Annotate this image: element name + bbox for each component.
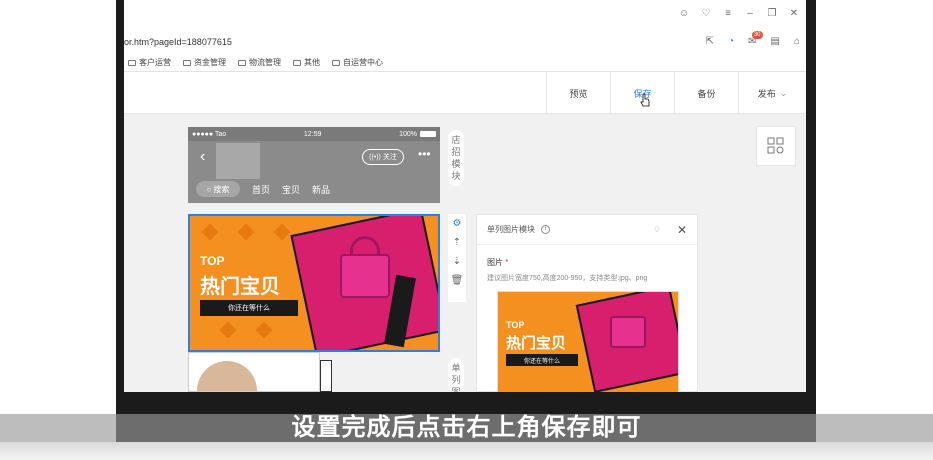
mail-badge: 30: [751, 31, 763, 39]
image-label-text: 图片: [487, 258, 503, 267]
mail-icon[interactable]: ✉ 30: [748, 31, 763, 47]
folder-icon: [238, 59, 246, 66]
thumb-top-text: TOP: [506, 320, 525, 330]
publish-label: 发布: [757, 88, 776, 99]
bookmark-label: 客户运营: [139, 58, 171, 67]
thumb-handbag: [610, 316, 646, 348]
bookmark-label: 资金管理: [194, 58, 226, 67]
url-text[interactable]: or.htm?pageId=188077615: [124, 37, 232, 47]
second-image-module[interactable]: [188, 352, 320, 392]
bookmarks-bar: 客户运营 资金管理 物流管理 其他 自运营中心: [124, 54, 806, 72]
folder-icon: [183, 59, 191, 66]
bookmark-label: 物流管理: [249, 58, 281, 67]
skin-icon[interactable]: ♡: [700, 8, 712, 19]
panel-header: 单列图片模块 i ♢ ✕: [477, 215, 697, 245]
battery-text: 100%: [399, 130, 417, 138]
editor-canvas: ●●●●● Tao 12:59 100% ‹ ((•)) 关注 ••• ○ 搜索 首…: [124, 114, 806, 392]
feedback-icon[interactable]: ☺: [678, 8, 690, 19]
settings-gear-icon[interactable]: ⚙: [453, 218, 462, 229]
banner-module[interactable]: TOP 热门宝贝 你还在等什么: [188, 214, 440, 352]
module-settings-panel: 单列图片模块 i ♢ ✕ 图片 * 建议图片宽度750,高度200-950，支持…: [476, 214, 698, 392]
shop-search-button[interactable]: ○ 搜索: [196, 181, 240, 197]
preview-button[interactable]: 预览: [546, 72, 610, 114]
bookmark-logistics[interactable]: 物流管理: [238, 57, 281, 68]
laptop-base: [0, 442, 933, 460]
second-module-side-label: 单列图: [448, 358, 464, 392]
signal-icon: ((•)): [369, 153, 381, 161]
layout-manager-button[interactable]: [756, 126, 796, 166]
laptop-frame: ☺ ♡ ≡ – ❐ ✕ or.htm?pageId=188077615 ⇱ ◔ …: [0, 0, 933, 460]
delete-trash-icon[interactable]: 🗑: [451, 275, 464, 286]
banner-subtitle: 你还在等什么: [200, 300, 298, 316]
bookmark-customer[interactable]: 客户运营: [128, 57, 171, 68]
image-thumbnail[interactable]: TOP 热门宝贝 你还在等什么: [497, 291, 679, 392]
shop-avatar: [216, 143, 260, 179]
second-image-frame: [320, 360, 332, 392]
folder-icon: [128, 59, 136, 66]
open-external-icon[interactable]: ⇱: [706, 36, 714, 47]
address-bar-icons: ⇱ ◔ ✉ 30 ▤ ⌂: [706, 31, 800, 47]
search-icon: ○: [206, 184, 212, 194]
bookmark-label: 自运营中心: [343, 58, 383, 67]
info-icon[interactable]: i: [541, 225, 550, 234]
bookmark-self-ops[interactable]: 自运营中心: [332, 57, 383, 68]
thumb-title: 热门宝贝: [506, 335, 567, 352]
carrier-text: ●●●●● Tao: [192, 130, 227, 138]
bookmark-other[interactable]: 其他: [293, 57, 320, 68]
banner-title: 热门宝贝: [200, 276, 280, 298]
publish-button[interactable]: 发布 ⌄: [738, 72, 806, 114]
model-photo: [197, 361, 257, 391]
image-field-label: 图片 *: [487, 257, 508, 268]
shop-header-module[interactable]: ●●●●● Tao 12:59 100% ‹ ((•)) 关注 ••• ○ 搜索 首…: [188, 127, 440, 203]
folder-icon: [293, 59, 301, 66]
clock-text: 12:59: [303, 130, 322, 138]
menu-icon[interactable]: ≡: [722, 8, 734, 19]
banner-top-text: TOP: [200, 254, 225, 268]
shop-header-side-label: 店招模块: [448, 130, 464, 186]
backup-button[interactable]: 备份: [674, 72, 738, 114]
more-icon[interactable]: •••: [418, 147, 431, 161]
layout-grid-icon: [767, 137, 784, 154]
window-controls: ☺ ♡ ≡ – ❐ ✕: [678, 8, 800, 19]
search-label: 搜索: [213, 184, 230, 194]
back-arrow-icon[interactable]: ‹: [200, 149, 205, 165]
chevron-down-icon: ⌄: [779, 87, 788, 98]
side-label-text: 店招模块: [451, 135, 461, 181]
browser-titlebar: ☺ ♡ ≡ – ❐ ✕: [124, 0, 806, 32]
hand-cursor-icon: [640, 93, 650, 107]
side-label-text: 单列图: [451, 363, 461, 392]
move-down-icon[interactable]: ⇣: [453, 256, 461, 267]
video-subtitle: 设置完成后点击右上角保存即可: [291, 414, 642, 441]
panel-close-icon[interactable]: ✕: [677, 223, 687, 237]
follow-label: 关注: [382, 154, 397, 161]
nav-items[interactable]: 宝贝: [282, 183, 300, 196]
module-tools: ⚙ ⇡ ⇣ 🗑: [448, 214, 466, 302]
follow-button[interactable]: ((•)) 关注: [362, 149, 404, 165]
nav-new[interactable]: 新品: [312, 183, 330, 196]
required-mark: *: [505, 258, 509, 267]
address-bar: or.htm?pageId=188077615 ⇱ ◔ ✉ 30 ▤ ⌂: [124, 31, 806, 54]
thumb-subtitle: 你还在等什么: [506, 354, 578, 366]
bookmark-funds[interactable]: 资金管理: [183, 57, 226, 68]
close-icon[interactable]: ✕: [788, 8, 800, 19]
phone-status-bar: ●●●●● Tao 12:59 100%: [188, 127, 440, 141]
browser-screen: ☺ ♡ ≡ – ❐ ✕ or.htm?pageId=188077615 ⇱ ◔ …: [124, 0, 806, 392]
tip-bulb-icon[interactable]: ♢: [653, 224, 661, 235]
handbag-image: [340, 254, 390, 298]
battery-status: 100%: [399, 131, 436, 138]
minimize-icon[interactable]: –: [744, 8, 756, 19]
shop-nav: ○ 搜索 首页 宝贝 新品: [196, 181, 330, 197]
extension-icon[interactable]: ⌂: [794, 36, 800, 47]
editor-toolbar: 预览 保存 备份 发布 ⌄: [124, 72, 806, 114]
folder-icon: [332, 59, 340, 66]
image-size-hint: 建议图片宽度750,高度200-950，支持类型:jpg、png: [487, 275, 648, 282]
battery-icon: [420, 130, 436, 137]
restore-icon[interactable]: ❐: [766, 8, 778, 19]
bookmark-label: 其他: [304, 58, 320, 67]
nav-home[interactable]: 首页: [252, 183, 270, 196]
refresh-icon[interactable]: ◔: [728, 36, 734, 47]
move-up-icon[interactable]: ⇡: [453, 237, 461, 248]
screenshot-icon[interactable]: ▤: [771, 36, 780, 47]
panel-title: 单列图片模块: [487, 225, 535, 234]
